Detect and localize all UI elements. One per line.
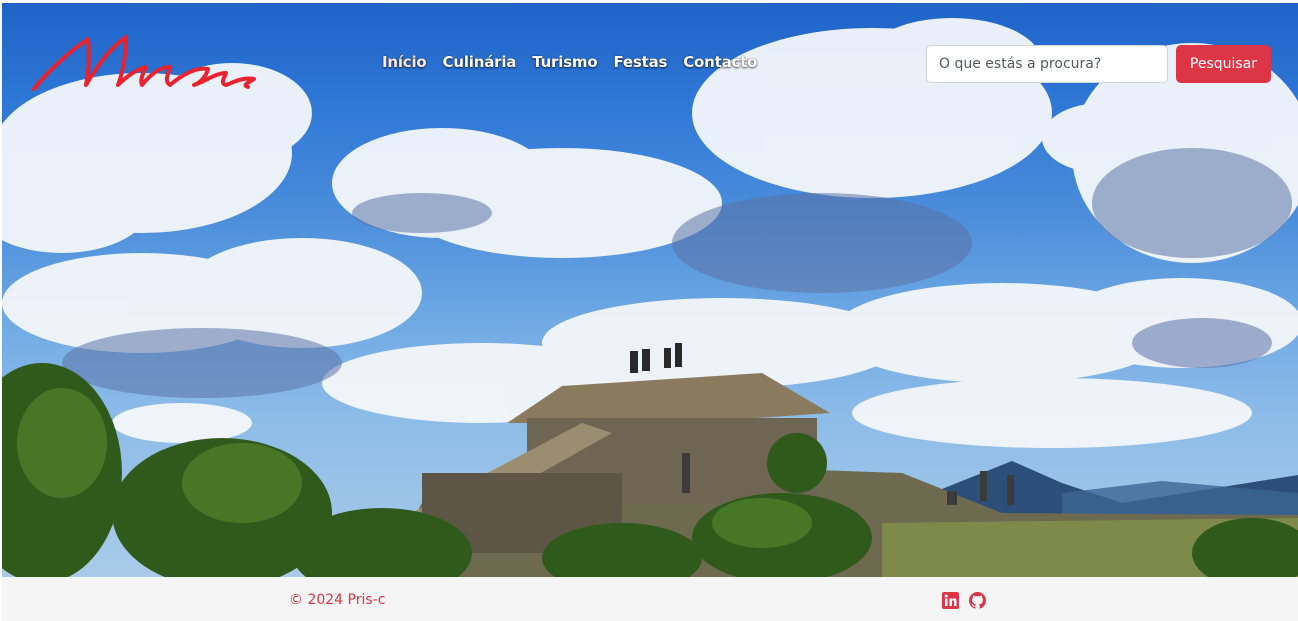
search-button[interactable]: Pesquisar [1176, 45, 1271, 83]
hero-banner: Início Culinária Turismo Festas Contacto… [2, 3, 1298, 577]
copyright-text: © 2024 Pris-c [289, 592, 386, 608]
github-icon [969, 592, 986, 609]
minas-logo[interactable] [30, 31, 262, 97]
nav-item-turismo[interactable]: Turismo [532, 53, 597, 71]
site-header: Início Culinária Turismo Festas Contacto… [2, 3, 1298, 123]
linkedin-link[interactable] [942, 592, 959, 609]
main-nav: Início Culinária Turismo Festas Contacto [382, 53, 773, 71]
page: Início Culinária Turismo Festas Contacto… [0, 0, 1298, 621]
search-input[interactable] [926, 45, 1168, 83]
nav-item-contacto[interactable]: Contacto [683, 53, 757, 71]
github-link[interactable] [969, 592, 986, 609]
nav-item-festas[interactable]: Festas [613, 53, 667, 71]
nav-item-culinaria[interactable]: Culinária [443, 53, 517, 71]
site-footer: © 2024 Pris-c [2, 577, 1298, 621]
linkedin-icon [942, 592, 959, 609]
nav-item-inicio[interactable]: Início [382, 53, 427, 71]
search-form: Pesquisar [926, 45, 1271, 83]
social-links [942, 592, 986, 609]
